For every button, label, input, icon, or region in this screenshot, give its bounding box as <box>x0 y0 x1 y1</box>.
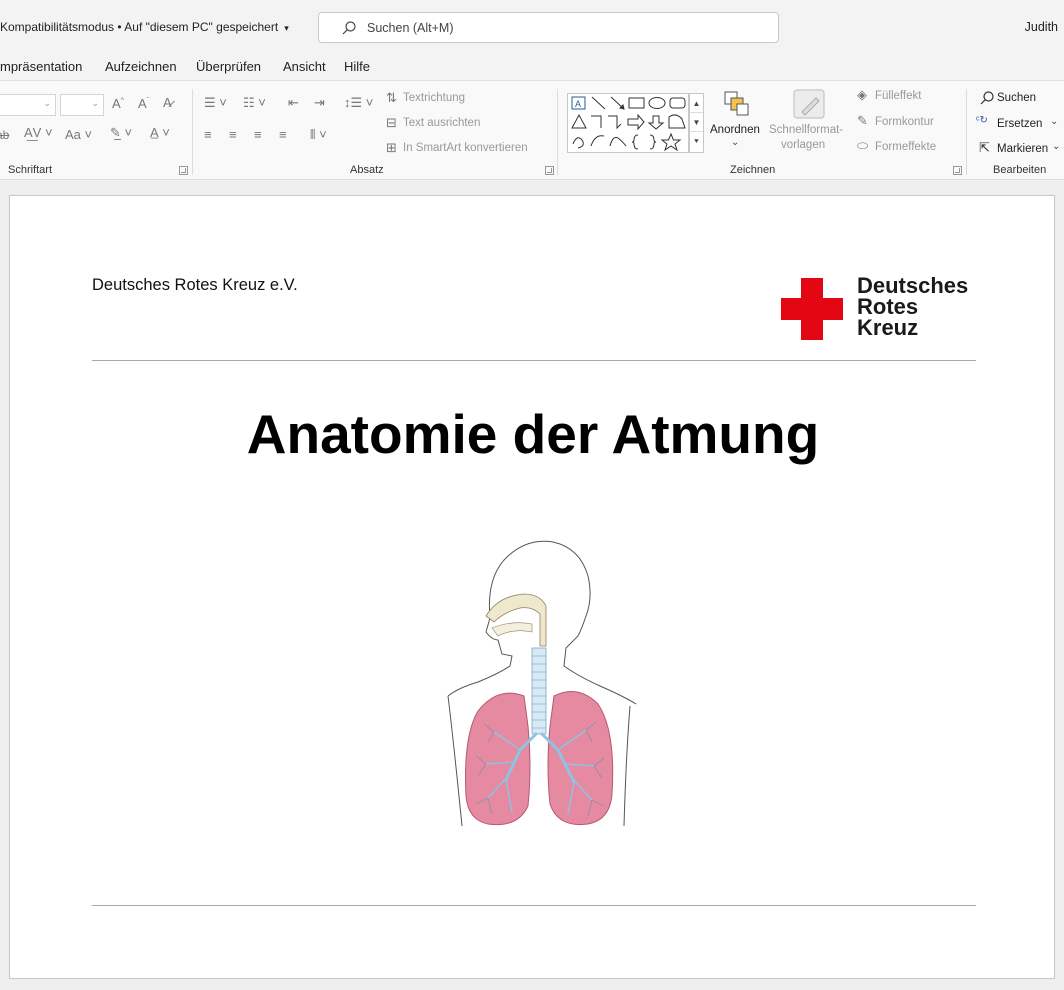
slide-title[interactable]: Anatomie der Atmung <box>10 402 1056 466</box>
text-direction-button[interactable]: Textrichtung <box>403 92 465 104</box>
tab-ansicht[interactable]: Ansicht <box>283 59 326 74</box>
organization-name[interactable]: Deutsches Rotes Kreuz e.V. <box>92 276 298 295</box>
shapes-gallery[interactable]: A <box>567 93 689 153</box>
slide[interactable]: Deutsches Rotes Kreuz e.V. Deutsches Rot… <box>9 195 1055 979</box>
columns-icon[interactable]: ⫴ ˅ <box>310 127 327 143</box>
scroll-down-icon[interactable]: ▼ <box>690 113 703 132</box>
chevron-down-icon: ⌄ <box>731 137 740 148</box>
logo-wordmark: Deutsches Rotes Kreuz <box>857 275 968 340</box>
select-button[interactable]: Markieren <box>997 143 1048 155</box>
decrease-indent-icon[interactable]: ⇤ <box>288 95 299 111</box>
group-label-paragraph: Absatz <box>350 164 384 176</box>
align-text-button[interactable]: Text ausrichten <box>403 117 480 129</box>
decrease-font-icon[interactable]: Aˇ <box>138 96 149 111</box>
font-color-icon[interactable]: A̲ ˅ <box>150 125 170 140</box>
chevron-down-icon: ▾ <box>284 23 289 33</box>
group-label-drawing: Zeichnen <box>730 164 776 176</box>
red-cross-logo-icon <box>781 278 843 340</box>
tab-hilfe[interactable]: Hilfe <box>344 59 370 74</box>
drawing-dialog-launcher[interactable] <box>953 166 962 175</box>
align-left-icon[interactable]: ≡ <box>204 127 212 142</box>
respiratory-anatomy-illustration[interactable] <box>428 536 640 832</box>
shape-outline-button[interactable]: Formkontur <box>875 116 934 128</box>
highlight-color-icon[interactable]: ✎̲ ˅ <box>110 125 132 141</box>
align-right-icon[interactable]: ≡ <box>254 127 262 142</box>
ribbon: ⌄ ⌄ A^ Aˇ A̷ ab A͟V ˅ Aa ˅ ✎̲ ˅ A̲ ˅ Sch… <box>0 80 1064 180</box>
replace-button[interactable]: Ersetzen <box>997 118 1042 130</box>
font-name-combo[interactable]: ⌄ <box>0 94 56 116</box>
smartart-button[interactable]: In SmartArt konvertieren <box>403 142 528 154</box>
text-direction-icon[interactable]: ⇅ <box>386 90 397 106</box>
tab-bildschirmpraesentation[interactable]: mpräsentation <box>0 59 82 74</box>
document-title-text: Kompatibilitätsmodus • Auf "diesem PC" g… <box>0 20 279 34</box>
user-name[interactable]: Judith <box>1025 20 1058 34</box>
chevron-down-icon: ⌄ <box>43 98 51 108</box>
quick-styles-icon <box>793 89 825 119</box>
outline-icon[interactable]: ✎ <box>857 113 868 129</box>
paragraph-dialog-launcher[interactable] <box>545 166 554 175</box>
logo-line: Kreuz <box>857 315 919 340</box>
footer-divider <box>92 905 976 906</box>
shapes-gallery-icons: A <box>571 96 686 152</box>
group-label-editing: Bearbeiten <box>993 164 1047 176</box>
character-spacing-icon[interactable]: A͟V ˅ <box>24 125 53 140</box>
group-label-font: Schriftart <box>8 164 53 176</box>
clear-formatting-icon[interactable]: A̷ <box>163 95 172 110</box>
change-case-icon[interactable]: Aa ˅ <box>65 127 92 142</box>
replace-icon: ᶜ↻ <box>976 115 988 126</box>
justify-icon[interactable]: ≡ <box>279 127 287 142</box>
increase-font-icon[interactable]: A^ <box>112 96 124 111</box>
chevron-down-icon: ⌄ <box>1050 116 1059 127</box>
tab-ueberpruefen[interactable]: Überprüfen <box>196 59 261 74</box>
numbering-icon[interactable]: ☷ ˅ <box>243 95 266 111</box>
svg-text:A: A <box>575 99 581 109</box>
group-separator <box>966 89 967 175</box>
tab-aufzeichnen[interactable]: Aufzeichnen <box>105 59 177 74</box>
arrange-icon <box>724 91 749 116</box>
font-size-combo[interactable]: ⌄ <box>60 94 104 116</box>
chevron-down-icon: ⌄ <box>91 98 99 108</box>
search-icon <box>342 21 356 35</box>
chevron-down-icon: ⌄ <box>1052 141 1061 152</box>
fill-icon[interactable]: ◈ <box>857 87 867 103</box>
align-text-icon[interactable]: ⊟ <box>386 115 397 131</box>
document-title[interactable]: Kompatibilitätsmodus • Auf "diesem PC" g… <box>0 20 289 34</box>
quick-styles-button[interactable]: Schnellformat- <box>769 124 843 136</box>
effects-icon[interactable]: ⬭ <box>857 138 868 154</box>
expand-gallery-icon[interactable]: ⯆ <box>690 132 703 151</box>
scroll-up-icon[interactable]: ▲ <box>690 94 703 113</box>
line-spacing-icon[interactable]: ↕☰ ˅ <box>344 95 373 111</box>
find-button[interactable]: Suchen <box>997 92 1036 104</box>
quick-styles-button-line2: vorlagen <box>781 139 826 151</box>
bullets-icon[interactable]: ☰ ˅ <box>204 95 227 111</box>
font-dialog-launcher[interactable] <box>179 166 188 175</box>
shape-effects-button[interactable]: Formeffekte <box>875 141 936 153</box>
search-box[interactable]: Suchen (Alt+M) <box>318 12 779 43</box>
strikethrough-icon[interactable]: ab <box>0 128 9 142</box>
group-separator <box>192 89 193 175</box>
align-center-icon[interactable]: ≡ <box>229 127 237 142</box>
find-icon <box>980 91 994 105</box>
header-divider <box>92 360 976 361</box>
increase-indent-icon[interactable]: ⇥ <box>314 95 325 111</box>
arrange-button[interactable]: Anordnen <box>710 124 760 136</box>
smartart-icon[interactable]: ⊞ <box>386 140 397 156</box>
title-bar: Kompatibilitätsmodus • Auf "diesem PC" g… <box>0 0 1064 54</box>
shape-fill-button[interactable]: Fülleffekt <box>875 90 921 102</box>
select-cursor-icon: ⇱ <box>979 140 990 155</box>
search-placeholder: Suchen (Alt+M) <box>367 21 454 35</box>
ribbon-tabs: mpräsentation Aufzeichnen Überprüfen Ans… <box>0 54 1064 80</box>
group-separator <box>557 89 558 175</box>
shapes-gallery-scroll[interactable]: ▲ ▼ ⯆ <box>689 93 704 153</box>
